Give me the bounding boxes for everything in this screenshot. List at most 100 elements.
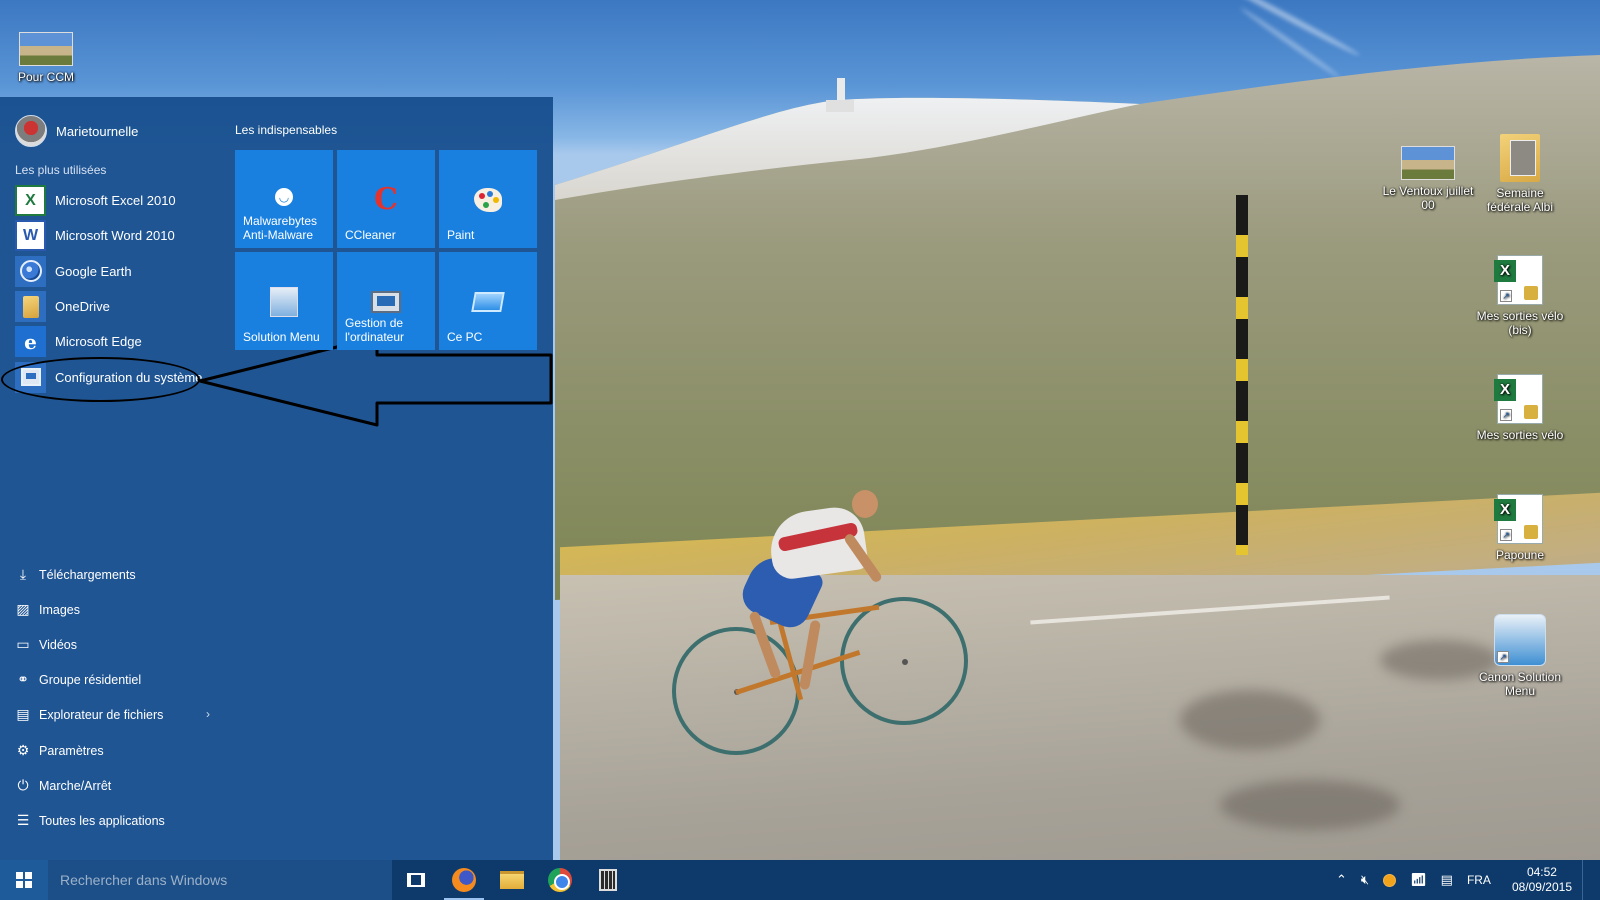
place-label: Images — [39, 602, 80, 617]
place-videos[interactable]: ▭ Vidéos — [15, 627, 210, 662]
folder-icon — [500, 871, 524, 889]
app-item-onedrive[interactable]: OneDrive — [15, 289, 215, 324]
desktop-icon-label: Semaine fédérale Albi — [1486, 186, 1554, 214]
tile-label: l'ordinateur — [345, 330, 404, 344]
place-file-explorer[interactable]: ▤ Explorateur de fichiers › — [15, 698, 210, 733]
desktop-icon-semaine-federale[interactable]: Semaine fédérale Albi — [1474, 134, 1566, 214]
network-icon[interactable]: 📶︎ — [1410, 873, 1427, 888]
place-all-apps[interactable]: ☰ Toutes les applications — [15, 803, 210, 838]
clock[interactable]: 04:52 08/09/2015 — [1512, 865, 1572, 895]
place-homegroup[interactable]: ⚭ Groupe résidentiel — [15, 663, 210, 698]
clock-date: 08/09/2015 — [1511, 880, 1572, 894]
desktop-icon-pour-ccm[interactable]: Pour CCM — [0, 32, 92, 84]
search-input[interactable] — [60, 872, 380, 888]
folder-icon — [1500, 134, 1540, 182]
user-name: Marietournelle — [56, 123, 139, 139]
excel-file-icon: X ↗ — [1494, 374, 1543, 424]
app-item-google-earth[interactable]: Google Earth — [15, 254, 215, 289]
desktop-icon-sorties[interactable]: X ↗ Mes sorties vélo — [1474, 374, 1566, 442]
avast-icon[interactable] — [1383, 873, 1397, 887]
tile-label: Paint — [447, 228, 475, 242]
app-item-word[interactable]: W Microsoft Word 2010 — [15, 218, 215, 253]
desktop-icon-label: Canon Solution Menu — [1478, 670, 1562, 698]
app-label: Microsoft Word 2010 — [55, 228, 175, 244]
tile-label: Malwarebytes — [243, 214, 318, 228]
excel-file-icon: X ↗ — [1494, 255, 1543, 305]
chevron-up-icon[interactable]: ⌃ — [1336, 873, 1347, 888]
taskbar: ⌃ 🔇︎ 📶︎ ▤ FRA 04:52 08/09/2015 — [0, 860, 1600, 900]
tile-malwarebytes[interactable]: ◡ Malwarebytes Anti-Malware — [235, 150, 333, 248]
taskbar-chrome[interactable] — [536, 860, 584, 900]
canon-app-icon: ↗ — [1494, 614, 1546, 666]
edge-icon: e — [15, 326, 46, 358]
places-list: ⤓ Téléchargements ▨ Images ▭ Vidéos ⚭ Gr… — [15, 557, 210, 839]
file-explorer-icon: ▤ — [16, 707, 30, 724]
place-label: Vidéos — [39, 637, 77, 652]
notification-center-icon[interactable]: ▤ — [1441, 873, 1453, 888]
onedrive-icon — [15, 291, 46, 323]
desktop-icon-label: Mes sorties vélo (bis) — [1476, 309, 1564, 337]
task-view-button[interactable] — [392, 860, 440, 900]
taskbar-calculator[interactable] — [584, 860, 632, 900]
windows-logo-icon — [16, 872, 32, 888]
task-view-icon — [407, 873, 425, 887]
google-earth-icon — [15, 255, 46, 287]
all-apps-icon: ☰ — [16, 812, 30, 829]
videos-icon: ▭ — [16, 636, 30, 653]
start-menu: Marietournelle Les plus utilisées X Micr… — [0, 97, 553, 860]
app-label: OneDrive — [55, 299, 110, 315]
user-account[interactable]: Marietournelle — [15, 115, 138, 147]
desktop-icon-label: Le Ventoux juillet 00 — [1382, 184, 1474, 212]
power-icon: ⏻ — [17, 777, 29, 794]
volume-muted-icon[interactable]: 🔇︎ — [1361, 873, 1369, 888]
excel-file-icon: X ↗ — [1494, 494, 1543, 544]
tile-paint[interactable]: Paint — [439, 150, 537, 248]
clock-time: 04:52 — [1526, 865, 1557, 879]
taskbar-file-explorer[interactable] — [488, 860, 536, 900]
app-label: Google Earth — [55, 263, 132, 279]
calculator-icon — [599, 869, 617, 891]
app-item-edge[interactable]: e Microsoft Edge — [15, 324, 215, 359]
tile-label: Solution Menu — [243, 330, 320, 344]
place-label: Groupe résidentiel — [39, 673, 142, 688]
ccleaner-icon: C — [374, 182, 398, 217]
most-used-heading: Les plus utilisées — [15, 163, 107, 177]
road-patch — [1180, 690, 1320, 750]
app-label: Microsoft Edge — [55, 334, 142, 350]
word-icon: W — [15, 220, 46, 252]
place-label: Paramètres — [39, 743, 104, 758]
paint-icon — [470, 184, 506, 216]
tile-computer-management[interactable]: Gestion de l'ordinateur — [337, 252, 435, 350]
excel-icon: X — [15, 185, 46, 217]
annotation-ellipse — [1, 357, 200, 402]
app-item-excel[interactable]: X Microsoft Excel 2010 — [15, 183, 215, 218]
show-desktop-button[interactable] — [1582, 860, 1600, 900]
desktop-icon-ventoux[interactable]: Le Ventoux juillet 00 — [1382, 146, 1474, 212]
tile-label: Ce PC — [447, 330, 483, 344]
photo-thumbnail-icon — [1401, 146, 1455, 180]
place-images[interactable]: ▨ Images — [15, 592, 210, 627]
place-settings[interactable]: ⚙ Paramètres — [15, 733, 210, 768]
computer-management-icon — [368, 286, 404, 318]
place-downloads[interactable]: ⤓ Téléchargements — [15, 557, 210, 592]
tile-this-pc[interactable]: Ce PC — [439, 252, 537, 350]
place-label: Explorateur de fichiers — [39, 708, 164, 723]
chrome-icon — [548, 868, 572, 892]
chevron-right-icon[interactable]: › — [206, 707, 210, 721]
desktop-icon-label: Mes sorties vélo — [1476, 428, 1564, 442]
tiles-group-heading: Les indispensables — [235, 123, 338, 137]
tile-solution-menu[interactable]: Solution Menu — [235, 252, 333, 350]
start-button[interactable] — [0, 860, 48, 900]
tile-ccleaner[interactable]: C CCleaner — [337, 150, 435, 248]
desktop-icon-sorties-bis[interactable]: X ↗ Mes sorties vélo (bis) — [1474, 255, 1566, 337]
tile-label: Anti-Malware — [243, 228, 314, 242]
taskbar-firefox[interactable] — [440, 860, 488, 900]
desktop-icon-papoune[interactable]: X ↗ Papoune — [1474, 494, 1566, 562]
road-patch — [1220, 780, 1400, 830]
snow-pole — [1236, 195, 1248, 555]
language-indicator[interactable]: FRA — [1467, 873, 1491, 887]
place-label: Téléchargements — [39, 567, 136, 582]
place-power[interactable]: ⏻ Marche/Arrêt — [15, 768, 210, 803]
search-box[interactable] — [48, 860, 392, 900]
desktop-icon-canon-solution-menu[interactable]: ↗ Canon Solution Menu — [1474, 614, 1566, 698]
